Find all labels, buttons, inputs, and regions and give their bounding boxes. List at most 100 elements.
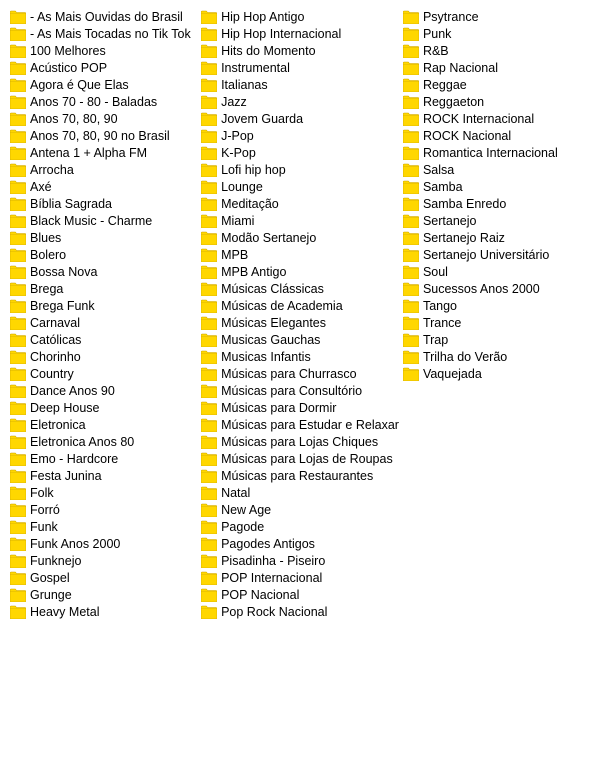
list-item[interactable]: MPB xyxy=(199,246,401,263)
list-item[interactable]: Antena 1 + Alpha FM xyxy=(8,144,199,161)
list-item[interactable]: Músicas para Restaurantes xyxy=(199,467,401,484)
folder-icon xyxy=(201,401,217,415)
list-item[interactable]: Gospel xyxy=(8,569,199,586)
list-item[interactable]: Anos 70, 80, 90 xyxy=(8,110,199,127)
list-item[interactable]: Country xyxy=(8,365,199,382)
list-item[interactable]: Agora é Que Elas xyxy=(8,76,199,93)
list-item[interactable]: Deep House xyxy=(8,399,199,416)
list-item[interactable]: Forró xyxy=(8,501,199,518)
list-item[interactable]: Reggae xyxy=(401,76,592,93)
list-item[interactable]: Samba xyxy=(401,178,592,195)
list-item[interactable]: Anos 70 - 80 - Baladas xyxy=(8,93,199,110)
list-item[interactable]: Emo - Hardcore xyxy=(8,450,199,467)
list-item[interactable]: Funk xyxy=(8,518,199,535)
folder-icon xyxy=(201,95,217,109)
list-item[interactable]: J-Pop xyxy=(199,127,401,144)
list-item[interactable]: Jovem Guarda xyxy=(199,110,401,127)
list-item[interactable]: MPB Antigo xyxy=(199,263,401,280)
list-item[interactable]: Bolero xyxy=(8,246,199,263)
folder-icon xyxy=(201,367,217,381)
list-item[interactable]: Italianas xyxy=(199,76,401,93)
list-item[interactable]: Heavy Metal xyxy=(8,603,199,620)
list-item[interactable]: Músicas para Lojas de Roupas xyxy=(199,450,401,467)
list-item[interactable]: Vaquejada xyxy=(401,365,592,382)
list-item[interactable]: POP Internacional xyxy=(199,569,401,586)
list-item[interactable]: Músicas para Dormir xyxy=(199,399,401,416)
list-item[interactable]: POP Nacional xyxy=(199,586,401,603)
list-item[interactable]: Músicas para Lojas Chiques xyxy=(199,433,401,450)
list-item[interactable]: Festa Junina xyxy=(8,467,199,484)
list-item[interactable]: Black Music - Charme xyxy=(8,212,199,229)
list-item[interactable]: Sertanejo Universitário xyxy=(401,246,592,263)
list-item[interactable]: Reggaeton xyxy=(401,93,592,110)
list-item[interactable]: Hits do Momento xyxy=(199,42,401,59)
list-item[interactable]: Soul xyxy=(401,263,592,280)
list-item[interactable]: ROCK Nacional xyxy=(401,127,592,144)
list-item[interactable]: Samba Enredo xyxy=(401,195,592,212)
list-item[interactable]: Natal xyxy=(199,484,401,501)
list-item[interactable]: R&B xyxy=(401,42,592,59)
list-item[interactable]: Funk Anos 2000 xyxy=(8,535,199,552)
list-item[interactable]: Pagodes Antigos xyxy=(199,535,401,552)
list-item[interactable]: Pisadinha - Piseiro xyxy=(199,552,401,569)
list-item[interactable]: Bíblia Sagrada xyxy=(8,195,199,212)
list-item[interactable]: Blues xyxy=(8,229,199,246)
list-item[interactable]: Chorinho xyxy=(8,348,199,365)
list-item[interactable]: Pop Rock Nacional xyxy=(199,603,401,620)
folder-label: Country xyxy=(30,367,74,381)
list-item[interactable]: Sertanejo Raiz xyxy=(401,229,592,246)
list-item[interactable]: Musicas Gauchas xyxy=(199,331,401,348)
list-item[interactable]: 100 Melhores xyxy=(8,42,199,59)
list-item[interactable]: Pagode xyxy=(199,518,401,535)
list-item[interactable]: Instrumental xyxy=(199,59,401,76)
list-item[interactable]: Sertanejo xyxy=(401,212,592,229)
list-item[interactable]: Arrocha xyxy=(8,161,199,178)
list-item[interactable]: Lounge xyxy=(199,178,401,195)
list-item[interactable]: Rap Nacional xyxy=(401,59,592,76)
folder-icon xyxy=(10,350,26,364)
list-item[interactable]: Anos 70, 80, 90 no Brasil xyxy=(8,127,199,144)
list-item[interactable]: Punk xyxy=(401,25,592,42)
list-item[interactable]: Romantica Internacional xyxy=(401,144,592,161)
list-item[interactable]: Católicas xyxy=(8,331,199,348)
list-item[interactable]: Brega xyxy=(8,280,199,297)
list-item[interactable]: Tango xyxy=(401,297,592,314)
list-item[interactable]: Miami xyxy=(199,212,401,229)
list-item[interactable]: Meditação xyxy=(199,195,401,212)
list-item[interactable]: Axé xyxy=(8,178,199,195)
list-item[interactable]: Brega Funk xyxy=(8,297,199,314)
list-item[interactable]: Salsa xyxy=(401,161,592,178)
list-item[interactable]: Grunge xyxy=(8,586,199,603)
list-item[interactable]: K-Pop xyxy=(199,144,401,161)
list-item[interactable]: - As Mais Tocadas no Tik Tok xyxy=(8,25,199,42)
list-item[interactable]: - As Mais Ouvidas do Brasil xyxy=(8,8,199,25)
list-item[interactable]: ROCK Internacional xyxy=(401,110,592,127)
list-item[interactable]: Funknejo xyxy=(8,552,199,569)
list-item[interactable]: Acústico POP xyxy=(8,59,199,76)
list-item[interactable]: Sucessos Anos 2000 xyxy=(401,280,592,297)
folder-icon xyxy=(201,299,217,313)
list-item[interactable]: Músicas Elegantes xyxy=(199,314,401,331)
list-item[interactable]: Dance Anos 90 xyxy=(8,382,199,399)
list-item[interactable]: Folk xyxy=(8,484,199,501)
list-item[interactable]: Trilha do Verão xyxy=(401,348,592,365)
list-item[interactable]: Músicas Clássicas xyxy=(199,280,401,297)
list-item[interactable]: Lofi hip hop xyxy=(199,161,401,178)
list-item[interactable]: Modão Sertanejo xyxy=(199,229,401,246)
list-item[interactable]: Trap xyxy=(401,331,592,348)
list-item[interactable]: Carnaval xyxy=(8,314,199,331)
list-item[interactable]: Músicas para Estudar e Relaxar xyxy=(199,416,401,433)
list-item[interactable]: Eletronica Anos 80 xyxy=(8,433,199,450)
list-item[interactable]: New Age xyxy=(199,501,401,518)
list-item[interactable]: Trance xyxy=(401,314,592,331)
list-item[interactable]: Musicas Infantis xyxy=(199,348,401,365)
list-item[interactable]: Músicas para Consultório xyxy=(199,382,401,399)
list-item[interactable]: Psytrance xyxy=(401,8,592,25)
list-item[interactable]: Músicas de Academia xyxy=(199,297,401,314)
list-item[interactable]: Eletronica xyxy=(8,416,199,433)
list-item[interactable]: Hip Hop Antigo xyxy=(199,8,401,25)
list-item[interactable]: Hip Hop Internacional xyxy=(199,25,401,42)
list-item[interactable]: Bossa Nova xyxy=(8,263,199,280)
list-item[interactable]: Músicas para Churrasco xyxy=(199,365,401,382)
list-item[interactable]: Jazz xyxy=(199,93,401,110)
